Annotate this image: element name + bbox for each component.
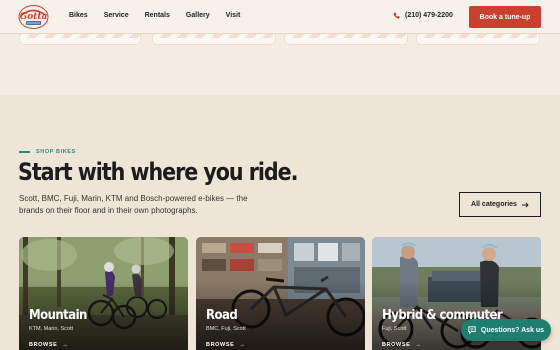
chat-button[interactable]: Questions? Ask us xyxy=(461,319,551,341)
nav-item-rentals[interactable]: Rentals xyxy=(145,12,170,19)
card-brands: KTM, Marin, Scott xyxy=(29,326,74,332)
eyebrow-rule xyxy=(19,151,30,153)
book-tune-up-button[interactable]: Book a tune-up xyxy=(469,6,541,28)
eyebrow-label: SHOP BIKES xyxy=(36,149,76,155)
browse-label: BROWSE xyxy=(382,342,411,348)
browse-link[interactable]: BROWSE → xyxy=(206,342,245,348)
browse-link[interactable]: BROWSE → xyxy=(382,342,421,348)
phone-number: (210) 479-2200 xyxy=(405,12,453,19)
chat-label: Questions? Ask us xyxy=(480,326,545,334)
all-categories-label: All categories xyxy=(471,201,517,208)
card-brands: BMC, Fuji, Scott xyxy=(206,326,246,332)
section-eyebrow: SHOP BIKES xyxy=(19,149,76,155)
shop-bikes-section: SHOP BIKES Start with where you ride. Sc… xyxy=(0,95,560,350)
phone-icon xyxy=(393,12,400,19)
arrow-right-icon xyxy=(521,202,529,207)
section-title: Start with where you ride. xyxy=(18,158,298,186)
card-brands: Fuji, Scott xyxy=(382,326,407,332)
all-categories-button[interactable]: All categories xyxy=(459,192,541,217)
nav-item-visit[interactable]: Visit xyxy=(226,12,241,19)
nav-item-service[interactable]: Service xyxy=(104,12,129,19)
category-card-road[interactable]: Road BMC, Fuji, Scott BROWSE → xyxy=(196,237,365,350)
section-subtitle: Scott, BMC, Fuji, Marin, KTM and Bosch-p… xyxy=(19,194,248,215)
browse-label: BROWSE xyxy=(206,342,235,348)
main-nav: Bikes Service Rentals Gallery Visit xyxy=(69,12,256,19)
chat-icon xyxy=(468,326,476,334)
arrow-right-icon: → xyxy=(62,342,69,348)
arrow-right-icon: → xyxy=(415,342,422,348)
category-card-mountain[interactable]: Mountain KTM, Marin, Scott BROWSE → xyxy=(19,237,188,350)
card-title: Mountain xyxy=(29,308,87,323)
phone-link[interactable]: (210) 479-2200 xyxy=(393,12,453,19)
site-header: Gotta Bikes Service Rentals Gallery Visi… xyxy=(0,0,560,34)
browse-link[interactable]: BROWSE → xyxy=(29,342,68,348)
nav-item-bikes[interactable]: Bikes xyxy=(69,12,88,19)
svg-text:Gotta: Gotta xyxy=(20,12,48,22)
arrow-right-icon: → xyxy=(239,342,246,348)
card-title: Road xyxy=(206,308,238,323)
nav-item-gallery[interactable]: Gallery xyxy=(186,12,210,19)
gotta-ride-logo[interactable]: Gotta xyxy=(18,4,49,30)
browse-label: BROWSE xyxy=(29,342,58,348)
